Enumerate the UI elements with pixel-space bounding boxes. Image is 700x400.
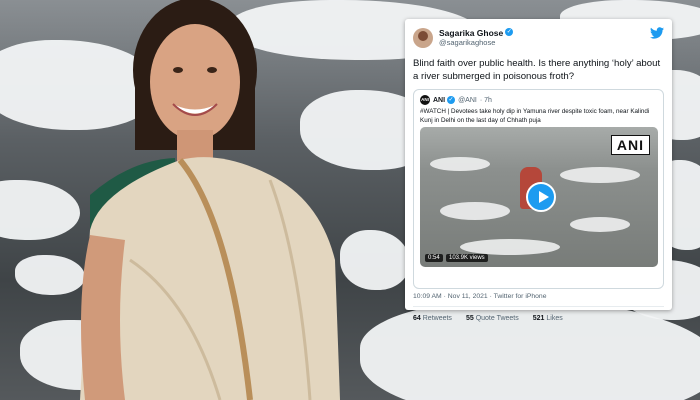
retweets-label: Retweets	[422, 315, 452, 322]
quoted-tweet[interactable]: ANI ANI ✓ @ANI · 7h #WATCH | Devotees ta…	[413, 89, 664, 289]
quotes-label: Quote Tweets	[475, 315, 519, 322]
video-foam	[570, 217, 630, 232]
display-name[interactable]: Sagarika Ghose	[439, 28, 503, 38]
retweets-stat[interactable]: 64 Retweets	[413, 315, 452, 322]
foam-patch	[0, 180, 80, 240]
video-foam	[460, 239, 560, 255]
tweet-card[interactable]: Sagarika Ghose ✓ @sagarikaghose Blind fai…	[405, 19, 672, 322]
video-foam	[430, 157, 490, 171]
avatar[interactable]	[413, 27, 433, 48]
likes-stat[interactable]: 521 Likes	[533, 315, 563, 322]
likes-count: 521	[532, 315, 545, 322]
user-handle[interactable]: @sagarikaghose	[439, 38, 513, 48]
tweet-stats: 64 Retweets 55 Quote Tweets 521 Likes	[413, 315, 563, 322]
tweet-author[interactable]: Sagarika Ghose ✓ @sagarikaghose	[413, 27, 514, 48]
video-foam	[440, 202, 510, 220]
video-duration: 0:54	[425, 254, 443, 262]
quoted-display-name[interactable]: ANI	[433, 97, 445, 104]
quoted-handle[interactable]: @ANI	[458, 97, 477, 104]
retweets-count: 64	[413, 315, 421, 322]
video-foam	[560, 167, 640, 183]
quoted-avatar[interactable]: ANI	[420, 95, 430, 105]
verified-badge-icon: ✓	[505, 27, 514, 36]
divider	[413, 306, 664, 307]
twitter-bird-icon	[650, 27, 664, 39]
quoted-text: #WATCH | Devotees take holy dip in Yamun…	[420, 108, 650, 124]
quoted-time[interactable]: · 7h	[480, 97, 492, 104]
ani-logo: ANI	[610, 135, 650, 155]
video-views: 103.9K views	[446, 254, 488, 262]
video-player[interactable]: ANI 0:54 103.9K views	[420, 127, 658, 267]
verified-badge-icon: ✓	[447, 96, 456, 104]
quotes-count: 55	[465, 315, 474, 322]
play-button[interactable]	[526, 182, 556, 212]
likes-label: Likes	[546, 315, 563, 322]
quote-tweets-stat[interactable]: 55 Quote Tweets	[466, 315, 519, 322]
tweet-text: Blind faith over public health. Is there…	[413, 58, 661, 82]
tweet-timestamp[interactable]: 10:09 AM · Nov 11, 2021 · Twitter for iP…	[413, 293, 547, 300]
person-photo	[80, 0, 340, 400]
